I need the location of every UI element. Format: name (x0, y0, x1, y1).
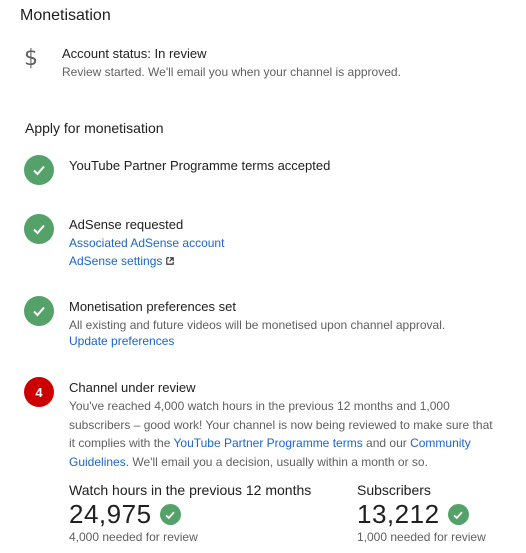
section-title: Apply for monetisation (25, 120, 164, 136)
stat-value: 13,212 (357, 499, 440, 529)
stat-label: Subscribers (357, 482, 431, 498)
step-number-badge: 4 (24, 377, 54, 407)
step-title: AdSense requested (69, 217, 184, 232)
review-description: You've reached 4,000 watch hours in the … (69, 399, 493, 469)
account-status-title: Account status: In review (62, 46, 207, 61)
stat-label: Watch hours in the previous 12 months (69, 482, 312, 498)
check-icon (447, 504, 469, 525)
step-title: YouTube Partner Programme terms accepted (69, 158, 331, 173)
step-description: All existing and future videos will be m… (69, 318, 446, 332)
update-preferences-link[interactable]: Update preferences (69, 334, 174, 348)
step-title: Monetisation preferences set (69, 299, 236, 314)
subscribers-stat: Subscribers 13,212 1,000 needed for revi… (357, 482, 486, 544)
adsense-settings-row: AdSense settings (69, 254, 175, 268)
check-icon (24, 296, 54, 326)
adsense-settings-link[interactable]: AdSense settings (69, 254, 162, 268)
check-icon (24, 214, 54, 244)
account-status-subtitle: Review started. We'll email you when you… (62, 65, 401, 79)
account-status: $ Account status: In review Review start… (0, 44, 526, 88)
watch-hours-stat: Watch hours in the previous 12 months 24… (69, 482, 311, 544)
external-link-icon (166, 257, 175, 265)
partner-terms-link[interactable]: YouTube Partner Programme terms (174, 436, 363, 450)
step-title: Channel under review (69, 380, 196, 395)
page-title: Monetisation (20, 7, 111, 24)
dollar-icon: $ (24, 46, 38, 71)
stat-value: 24,975 (69, 499, 152, 529)
stat-requirement: 4,000 needed for review (69, 530, 198, 544)
check-icon (24, 155, 54, 185)
stat-requirement: 1,000 needed for review (357, 530, 486, 544)
check-icon (159, 504, 181, 525)
associated-adsense-link[interactable]: Associated AdSense account (69, 236, 224, 250)
